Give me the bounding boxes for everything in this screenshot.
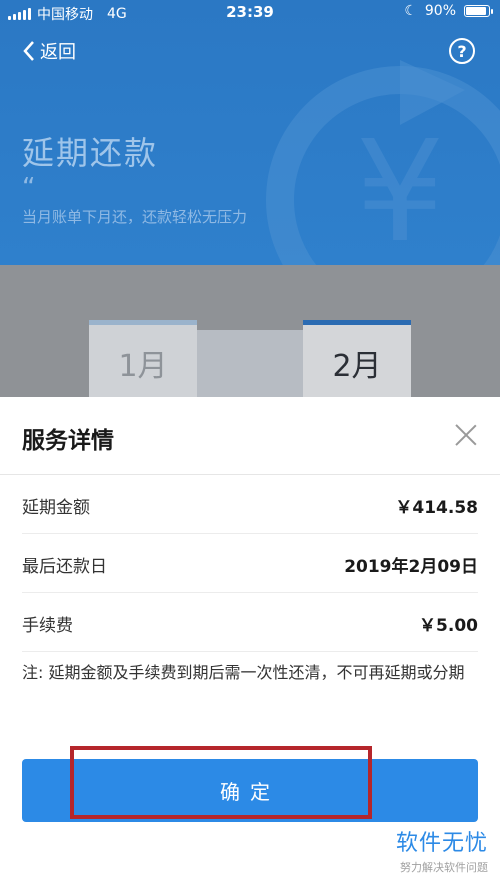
detail-label: 手续费 [22,616,73,636]
chevron-left-icon [23,41,34,61]
note-text: 注: 延期金额及手续费到期后需一次性还清，不可再延期或分期 [22,663,465,682]
month-separator [196,330,304,400]
watermark-subtitle: 努力解决软件问题 [400,861,488,874]
back-button[interactable]: 返回 [22,38,76,64]
watermark-title: 软件无忧 [395,831,488,856]
detail-row-fee: 手续费 ￥5.00 [0,593,500,652]
sheet-title: 服务详情 [22,428,114,454]
detail-row-amount: 延期金额 ￥414.58 [0,475,500,534]
detail-value: ￥5.00 [419,616,478,636]
nav-bar: 返回 ? [0,32,500,72]
back-label: 返回 [40,42,76,63]
month-tab-2[interactable]: 2月 [303,320,411,400]
page-title: 延期还款 [22,134,159,172]
sheet-header: 服务详情 [0,397,500,475]
watermark: 软件无忧 努力解决软件问题 [396,825,488,875]
detail-value: ￥414.58 [395,498,478,518]
highlight-annotation [70,746,372,819]
yuan-refresh-icon: ¥ [266,60,500,265]
svg-text:¥: ¥ [355,111,444,265]
status-bar: 中国移动 4G 23:39 ☾ 90% [0,0,500,26]
month-tab-1[interactable]: 1月 [89,320,197,400]
help-icon[interactable]: ? [449,38,475,64]
battery-percent: 90% [424,3,456,19]
battery-icon [464,5,493,17]
quote-mark: “ [22,173,36,203]
close-icon[interactable] [454,423,478,447]
detail-value: 2019年2月09日 [344,557,478,577]
detail-row-due-date: 最后还款日 2019年2月09日 [0,534,500,593]
service-details-sheet: 服务详情 延期金额 ￥414.58 最后还款日 2019年2月09日 手续费 ￥… [0,397,500,889]
page-subtitle: 当月账单下月还，还款轻松无压力 [22,208,248,226]
detail-label: 最后还款日 [22,557,107,577]
detail-label: 延期金额 [22,498,90,518]
moon-icon: ☾ [404,3,417,19]
